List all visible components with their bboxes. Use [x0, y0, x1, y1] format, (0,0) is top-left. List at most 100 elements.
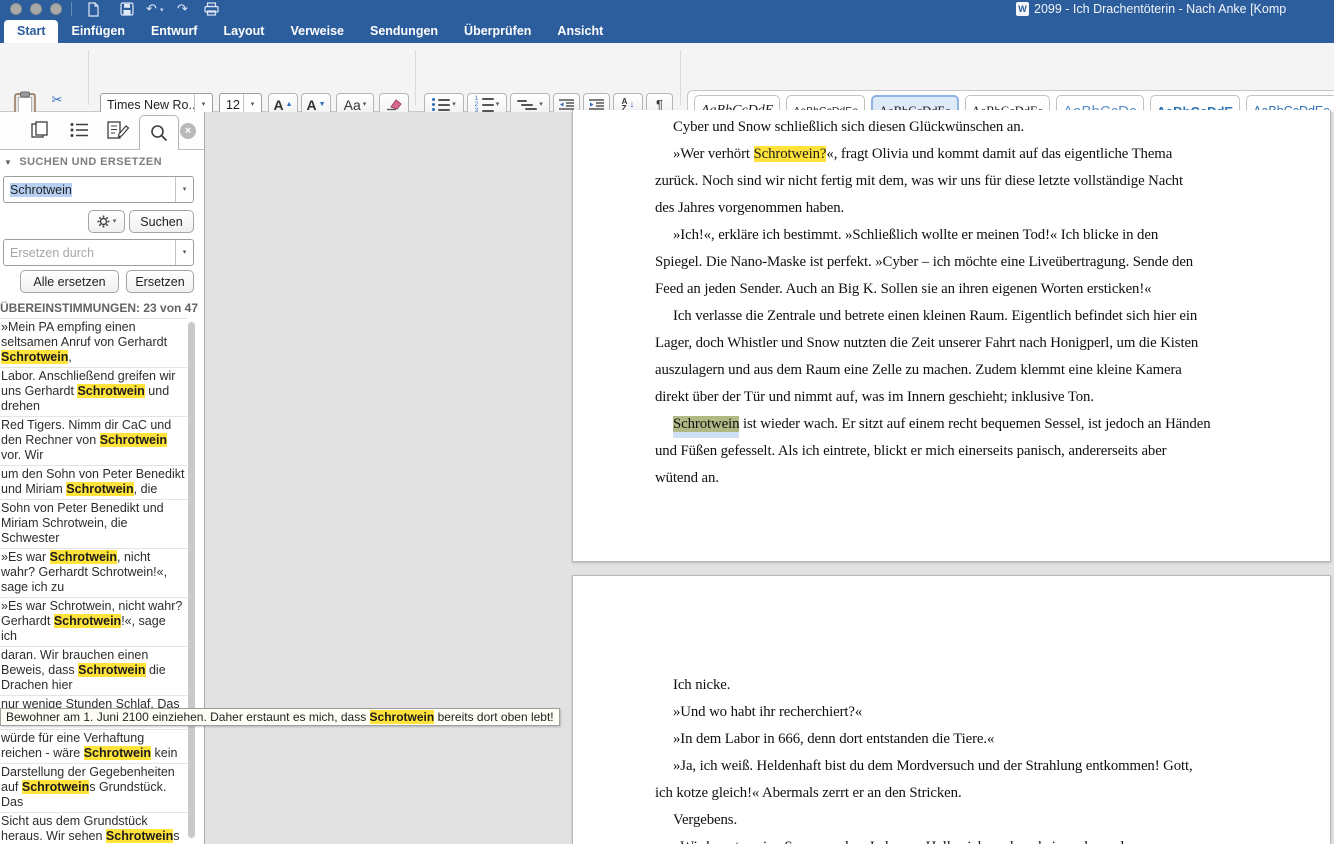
review-pane-icon[interactable]	[107, 121, 129, 140]
search-result-item[interactable]: Darstellung der Gegebenheiten auf Schrot…	[0, 764, 187, 813]
document-text-line[interactable]: Schrotwein ist wieder wach. Er sitzt auf…	[655, 412, 1246, 439]
document-page-1[interactable]: Cyber und Snow schließlich sich diesen G…	[572, 110, 1331, 562]
document-text-line[interactable]: »In dem Labor in 666, denn dort entstand…	[655, 727, 1246, 754]
document-text-line[interactable]: Lager, doch Whistler und Snow nutzten di…	[655, 331, 1246, 358]
search-options-button[interactable]: ▾	[88, 210, 125, 233]
window-close-icon[interactable]	[10, 3, 22, 15]
window-minimize-icon[interactable]	[30, 3, 42, 15]
save-icon[interactable]	[120, 2, 134, 16]
change-case-caret-icon: ▾	[363, 101, 367, 108]
group-separator	[680, 50, 681, 105]
redo-icon[interactable]: ↷	[177, 1, 188, 16]
eraser-icon	[386, 98, 402, 111]
content-area: × ▼ SUCHEN UND ERSETZEN Schrotwein ▾ ▾ S…	[0, 112, 1334, 844]
shrink-font-arrow-icon: ▼	[319, 101, 326, 108]
document-text-line[interactable]: »Ich!«, erkläre ich bestimmt. »Schließli…	[655, 223, 1246, 250]
ribbon-tab-einfgen[interactable]: Einfügen	[58, 20, 137, 43]
document-text-line[interactable]: Vergebens.	[655, 808, 1246, 835]
results-scrollbar[interactable]	[188, 322, 195, 838]
thumbnails-pane-icon[interactable]	[31, 121, 49, 139]
group-separator	[88, 50, 89, 105]
document-page-2[interactable]: Ich nicke.»Und wo habt ihr recherchiert?…	[572, 575, 1331, 844]
undo-caret-icon[interactable]: ▾	[160, 6, 164, 14]
multilevel-list-icon	[517, 100, 537, 110]
document-text-line[interactable]: Spiegel. Die Nano-Maske ist perfekt. »Cy…	[655, 250, 1246, 277]
match-highlight: Schrotwein	[106, 829, 173, 843]
search-result-item[interactable]: Red Tigers. Nimm dir CaC und den Rechner…	[0, 417, 187, 466]
document-text-line[interactable]: »Wir konnten eine Spur von dem Labor zu …	[655, 835, 1246, 844]
group-separator	[415, 50, 416, 105]
ribbon-tab-entwurf[interactable]: Entwurf	[138, 20, 211, 43]
ribbon-tab-ansicht[interactable]: Ansicht	[544, 20, 616, 43]
print-icon[interactable]	[204, 2, 219, 16]
document-text-line[interactable]: Ich verlasse die Zentrale und betrete ei…	[655, 304, 1246, 331]
close-pane-icon[interactable]: ×	[180, 123, 196, 139]
find-replace-sidebar: × ▼ SUCHEN UND ERSETZEN Schrotwein ▾ ▾ S…	[0, 112, 205, 844]
document-text-line[interactable]: »Ja, ich weiß. Heldenhaft bist du dem Mo…	[655, 754, 1246, 781]
document-text-line[interactable]: wütend an.	[655, 466, 1246, 493]
search-input[interactable]: Schrotwein ▾	[3, 176, 194, 203]
sidebar-tab-strip: ×	[0, 112, 204, 150]
document-text-line[interactable]: zurück. Noch sind wir nicht fertig mit d…	[655, 169, 1246, 196]
replace-all-label: Alle ersetzen	[33, 275, 105, 289]
window-zoom-icon[interactable]	[50, 3, 62, 15]
search-result-item[interactable]: Sicht aus dem Grundstück heraus. Wir seh…	[0, 813, 187, 844]
match-highlight: Schrotwein	[22, 780, 89, 794]
current-match-highlight: Schrotwein	[673, 416, 739, 432]
search-result-item[interactable]: würde für eine Verhaftung reichen - wäre…	[0, 730, 187, 764]
document-text-line[interactable]: direkt über der Tür und nimmt auf, was i…	[655, 385, 1246, 412]
document-text-line[interactable]: des Jahres vorgenommen haben.	[655, 196, 1246, 223]
document-text-line[interactable]: Cyber und Snow schließlich sich diesen G…	[655, 115, 1246, 142]
search-button[interactable]: Suchen	[129, 210, 194, 233]
search-tooltip: Bewohner am 1. Juni 2100 einziehen. Dahe…	[0, 708, 560, 726]
decrease-indent-icon	[559, 99, 574, 111]
match-highlight: Schrotwein	[78, 663, 145, 677]
new-document-icon[interactable]	[86, 2, 100, 17]
search-button-label: Suchen	[140, 215, 182, 229]
search-result-item[interactable]: um den Sohn von Peter Benedikt und Miria…	[0, 466, 187, 500]
ribbon-tab-verweise[interactable]: Verweise	[277, 20, 357, 43]
change-case-label: Aa	[344, 98, 361, 112]
document-text-line[interactable]: und Füßen gefesselt. Als ich eintrete, b…	[655, 439, 1246, 466]
numbering-icon: 123	[475, 97, 494, 113]
outline-pane-icon[interactable]	[70, 121, 89, 139]
grow-font-label: A	[273, 98, 283, 112]
document-text-line[interactable]: Feed an jeden Sender. Auch an Big K. Sol…	[655, 277, 1246, 304]
ribbon-tab-berprfen[interactable]: Überprüfen	[451, 20, 544, 43]
sort-arrow-icon: ↓	[629, 99, 634, 110]
search-value: Schrotwein	[10, 183, 72, 197]
match-highlight: Schrotwein	[66, 482, 133, 496]
match-highlight: Schrotwein	[50, 550, 117, 564]
match-highlight: Schrotwein	[370, 710, 435, 724]
search-result-item[interactable]: Labor. Anschließend greifen wir uns Gerh…	[0, 368, 187, 417]
pane-header[interactable]: ▼ SUCHEN UND ERSETZEN	[4, 156, 162, 168]
ribbon-tab-start[interactable]: Start	[4, 20, 58, 43]
ribbon-tab-layout[interactable]: Layout	[210, 20, 277, 43]
document-text-line[interactable]: »Wer verhört Schrotwein?«, fragt Olivia …	[655, 142, 1246, 169]
undo-icon[interactable]: ↶	[146, 1, 157, 16]
replace-input[interactable]: Ersetzen durch ▾	[3, 239, 194, 266]
match-highlight: Schrotwein	[1, 350, 68, 364]
search-caret-icon: ▾	[175, 177, 193, 202]
window-title: W 2099 - Ich Drachentöterin - Nach Anke …	[1016, 2, 1286, 16]
document-text-line[interactable]: ich kotze gleich!« Abermals zerrt er an …	[655, 781, 1246, 808]
increase-indent-icon	[589, 99, 604, 111]
search-result-item[interactable]: »Mein PA empfing einen seltsamen Anruf v…	[0, 319, 187, 368]
replace-button[interactable]: Ersetzen	[126, 270, 194, 293]
ribbon-tab-sendungen[interactable]: Sendungen	[357, 20, 451, 43]
search-pane-tab[interactable]	[139, 115, 179, 150]
title-bar: ↶ ▾ ↷ W 2099 - Ich Drachentöterin - Nach…	[0, 0, 1334, 19]
cut-icon[interactable]: ✂	[52, 92, 63, 108]
search-result-item[interactable]: »Es war Schrotwein, nicht wahr? Gerhardt…	[0, 549, 187, 598]
document-text-line[interactable]: Ich nicke.	[655, 673, 1246, 700]
replace-all-button[interactable]: Alle ersetzen	[20, 270, 119, 293]
document-text-line[interactable]: auszulagern und aus dem Raum eine Zelle …	[655, 358, 1246, 385]
bullets-icon	[432, 98, 450, 111]
search-result-item[interactable]: »Es war Schrotwein, nicht wahr? Gerhardt…	[0, 598, 187, 647]
search-result-item[interactable]: Sohn von Peter Benedikt und Miriam Schro…	[0, 500, 187, 549]
font-name-value: Times New Ro...	[101, 98, 194, 112]
match-highlight: Schrotwein?	[754, 146, 827, 162]
match-highlight: Schrotwein	[100, 433, 167, 447]
search-result-item[interactable]: daran. Wir brauchen einen Beweis, dass S…	[0, 647, 187, 696]
document-text-line[interactable]: »Und wo habt ihr recherchiert?«	[655, 700, 1246, 727]
